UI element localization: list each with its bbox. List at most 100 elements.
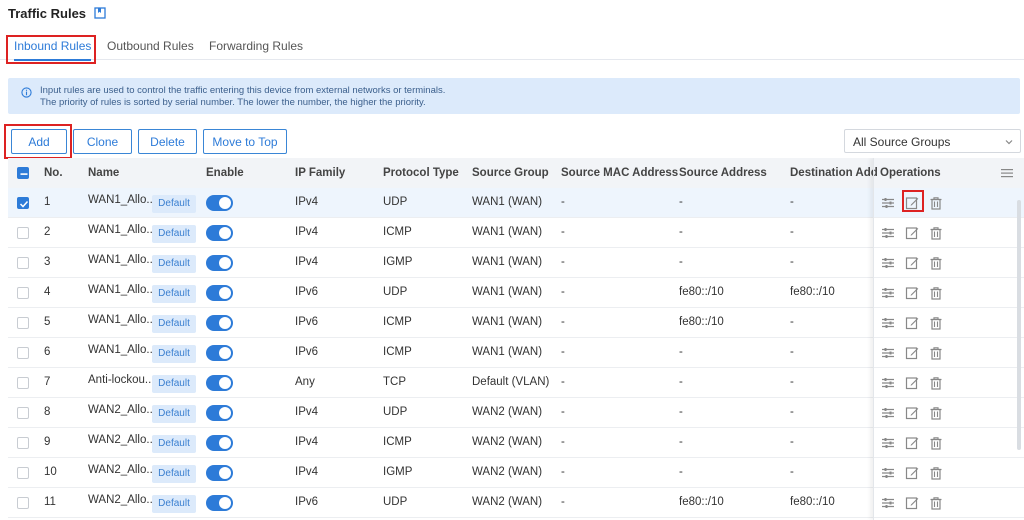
enable-toggle[interactable] [206,375,233,391]
cell-source-group: WAN1 (WAN) [472,346,543,358]
column-header-ip-family[interactable]: IP Family [295,167,345,179]
cell-ip-family: IPv6 [295,316,319,328]
cell-source-mac: - [561,196,565,208]
cell-source-mac: - [561,496,565,508]
bookmark-icon[interactable] [94,7,106,19]
vertical-scrollbar[interactable] [1017,200,1021,450]
cell-source-mac: - [561,466,565,478]
cell-name: WAN1_Allo... [88,254,156,266]
column-header-enable[interactable]: Enable [206,167,244,179]
cell-source-address: - [679,376,683,388]
cell-name: Anti-lockou... [88,374,155,386]
table-row[interactable]: 11 WAN2_Allo... Default IPv6 UDP WAN2 (WAN) - f… [8,488,1024,518]
row-checkbox[interactable] [17,497,29,509]
table-row[interactable]: 9 WAN2_Allo... Default IPv4 ICMP WAN2 (WAN) - -… [8,428,1024,458]
table-row[interactable]: 6 WAN1_Allo... Default IPv6 ICMP WAN1 (WAN) - -… [8,338,1024,368]
row-checkbox[interactable] [17,257,29,269]
enable-toggle[interactable] [206,285,233,301]
cell-protocol: UDP [383,286,408,298]
cell-ip-family: IPv4 [295,466,319,478]
enable-toggle[interactable] [206,495,233,511]
enable-toggle[interactable] [206,255,233,271]
enable-toggle[interactable] [206,315,233,331]
cell-protocol: IGMP [383,256,413,268]
cell-name: WAN2_Allo... [88,404,156,416]
default-tag: Default [152,435,196,453]
row-checkbox[interactable] [17,437,29,449]
cell-destination-address: fe80::/10 [790,286,835,298]
source-group-select[interactable]: All Source Groups [844,129,1021,153]
info-banner: Input rules are used to control the traf… [8,78,1020,114]
cell-source-address: - [679,256,683,268]
enable-toggle[interactable] [206,465,233,481]
cell-source-mac: - [561,256,565,268]
cell-no: 7 [44,376,51,388]
table-row[interactable]: 4 WAN1_Allo... Default IPv6 UDP WAN1 (WAN) - fe… [8,278,1024,308]
select-all-checkbox[interactable] [17,167,29,179]
column-header-destination-address[interactable]: Destination Add [790,167,878,179]
cell-name: WAN1_Allo... [88,284,156,296]
default-tag: Default [152,345,196,363]
column-header-no[interactable]: No. [44,167,63,179]
chevron-down-icon [1005,140,1013,145]
cell-protocol: UDP [383,196,408,208]
cell-protocol: TCP [383,376,406,388]
cell-name: WAN1_Allo... [88,314,156,326]
clone-button[interactable]: Clone [73,129,132,154]
cell-source-group: WAN1 (WAN) [472,286,543,298]
table-row[interactable]: 7 Anti-lockou... Default Any TCP Default (VLA… [8,368,1024,398]
enable-toggle[interactable] [206,435,233,451]
cell-protocol: ICMP [383,346,412,358]
tab-forwarding-rules[interactable]: Forwarding Rules [209,36,303,60]
move-to-top-button[interactable]: Move to Top [203,129,287,154]
info-icon [21,87,32,98]
rules-table: No. Name Enable IP Family Protocol Type … [8,158,1024,520]
enable-toggle[interactable] [206,195,233,211]
cell-ip-family: IPv4 [295,256,319,268]
enable-toggle[interactable] [206,345,233,361]
column-header-source-address[interactable]: Source Address [679,167,767,179]
cell-name: WAN2_Allo... [88,494,156,506]
cell-destination-address: - [790,316,794,328]
column-header-protocol-type[interactable]: Protocol Type [383,167,459,179]
column-header-source-mac[interactable]: Source MAC Address [561,167,678,179]
table-row[interactable]: 5 WAN1_Allo... Default IPv6 ICMP WAN1 (WAN) - f… [8,308,1024,338]
row-checkbox[interactable] [17,287,29,299]
cell-name: WAN1_Allo... [88,344,156,356]
default-tag: Default [152,315,196,333]
row-checkbox[interactable] [17,467,29,479]
row-checkbox[interactable] [17,227,29,239]
table-row[interactable]: 10 WAN2_Allo... Default IPv4 IGMP WAN2 (WAN) -… [8,458,1024,488]
cell-source-group: WAN2 (WAN) [472,496,543,508]
row-checkbox[interactable] [17,377,29,389]
table-row[interactable]: 1 WAN1_Allo... Default IPv4 UDP WAN1 (WAN) - - - [8,188,1024,218]
info-text-line1: Input rules are used to control the traf… [40,85,446,96]
column-header-source-group[interactable]: Source Group [472,167,549,179]
cell-destination-address: - [790,376,794,388]
row-checkbox[interactable] [17,197,29,209]
enable-toggle[interactable] [206,405,233,421]
cell-no: 11 [44,496,56,508]
cell-protocol: UDP [383,496,408,508]
delete-button[interactable]: Delete [138,129,197,154]
row-checkbox[interactable] [17,347,29,359]
cell-name: WAN2_Allo... [88,464,156,476]
table-row[interactable]: 3 WAN1_Allo... Default IPv4 IGMP WAN1 (WAN) - -… [8,248,1024,278]
enable-toggle[interactable] [206,225,233,241]
cell-name: WAN2_Allo... [88,434,156,446]
column-header-name[interactable]: Name [88,167,119,179]
info-text-line2: The priority of rules is sorted by seria… [40,97,426,108]
cell-source-group: WAN1 (WAN) [472,196,543,208]
cell-name: WAN1_Allo... [88,194,156,206]
table-row[interactable]: 8 WAN2_Allo... Default IPv4 UDP WAN2 (WAN) - - - [8,398,1024,428]
cell-source-group: WAN1 (WAN) [472,316,543,328]
cell-source-address: - [679,226,683,238]
table-row[interactable]: 2 WAN1_Allo... Default IPv4 ICMP WAN1 (WAN) - -… [8,218,1024,248]
highlight-box-edit [902,190,924,212]
row-checkbox[interactable] [17,407,29,419]
cell-destination-address: - [790,406,794,418]
row-checkbox[interactable] [17,317,29,329]
page-title: Traffic Rules [8,5,87,21]
cell-protocol: ICMP [383,226,412,238]
tab-outbound-rules[interactable]: Outbound Rules [107,36,194,60]
